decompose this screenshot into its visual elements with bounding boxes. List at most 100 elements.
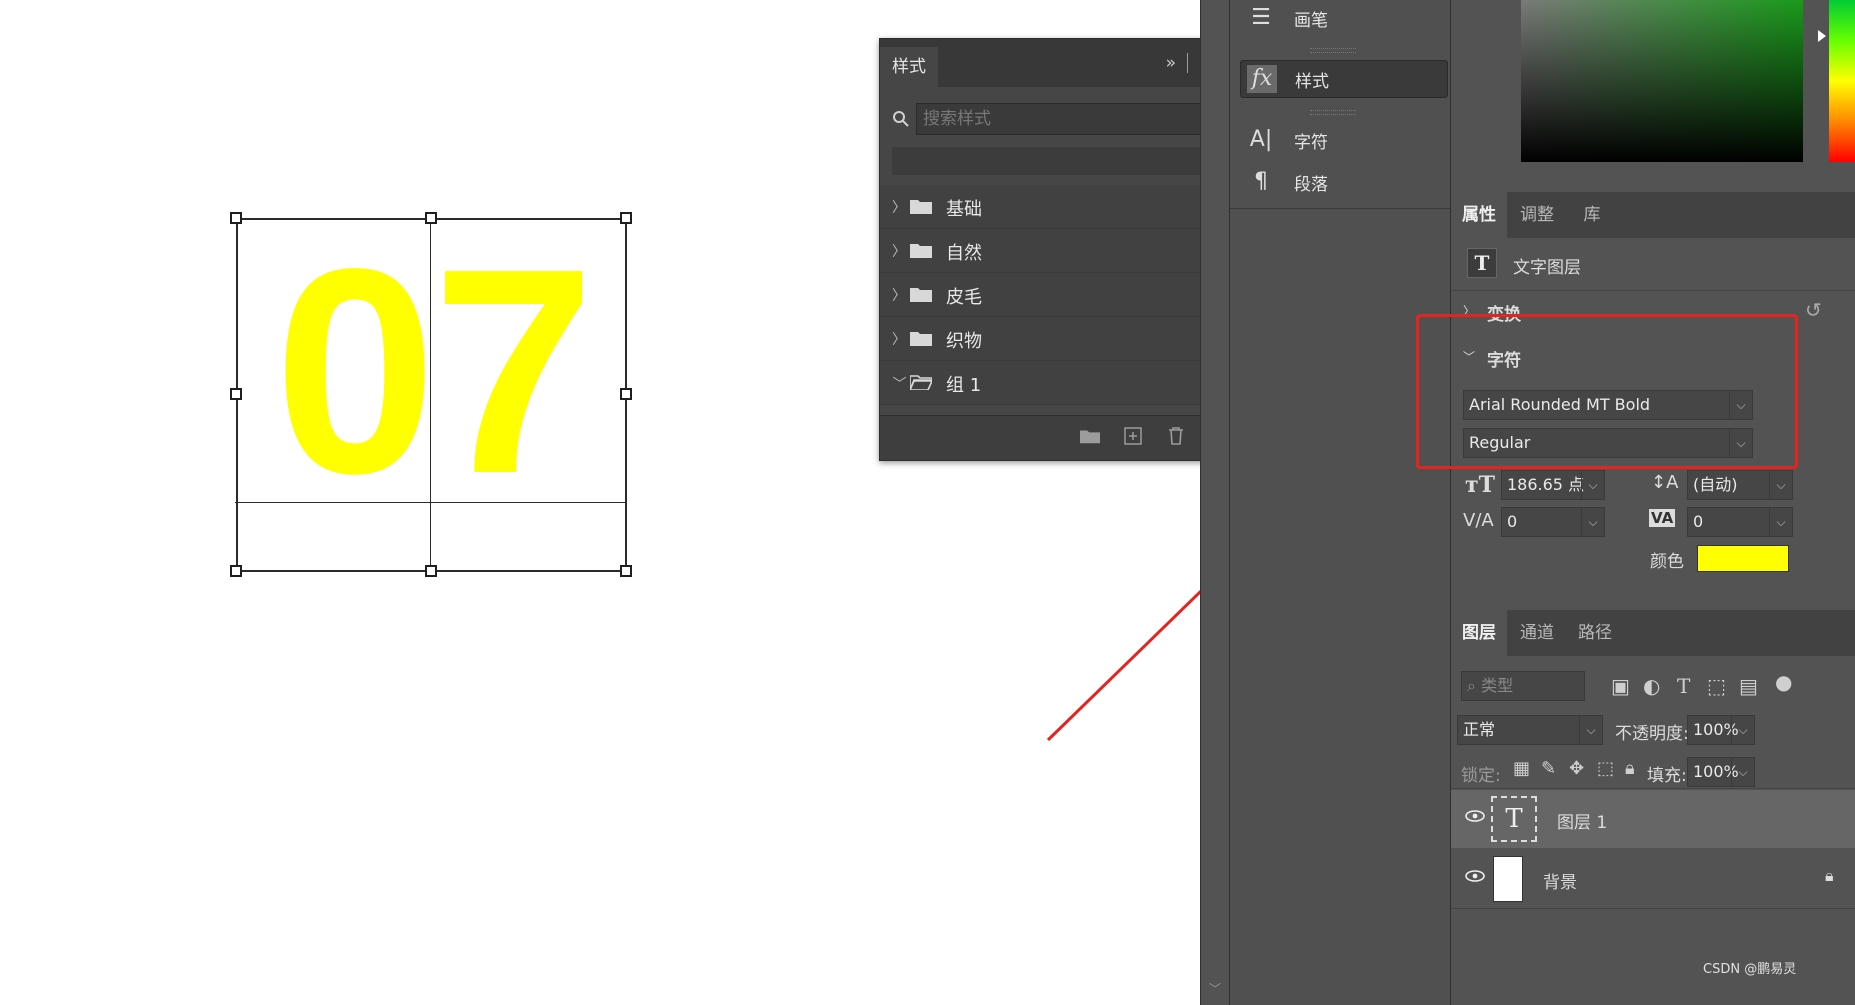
fill-field[interactable]: 100% ⌵ bbox=[1687, 757, 1755, 787]
visibility-eye-icon[interactable] bbox=[1465, 810, 1485, 822]
chevron-right-icon[interactable]: 〉 bbox=[892, 285, 906, 305]
layer-name[interactable]: 图层 1 bbox=[1557, 808, 1607, 833]
dock-item-character[interactable]: A| 字符 bbox=[1240, 122, 1446, 158]
layer-filter-select[interactable]: ⌕ 类型 bbox=[1461, 671, 1585, 701]
lock-all-icon[interactable]: 🔒︎ bbox=[1625, 758, 1635, 779]
dock-item-brush[interactable]: ☰ 画笔 bbox=[1240, 0, 1446, 36]
character-icon: A| bbox=[1249, 127, 1273, 152]
canvas-text-layer[interactable]: 07 bbox=[235, 225, 630, 555]
leading-icon: ↕A bbox=[1651, 472, 1679, 493]
opacity-field[interactable]: 100% ⌵ bbox=[1687, 715, 1755, 745]
lock-brush-icon[interactable]: ✎ bbox=[1541, 758, 1556, 779]
filter-pixel-icon[interactable]: ▣ bbox=[1611, 674, 1630, 698]
font-size-field[interactable]: 186.65 点 ⌵ bbox=[1501, 470, 1605, 500]
filter-adjustment-icon[interactable]: ◐ bbox=[1643, 674, 1660, 698]
opacity-label: 不透明度: bbox=[1615, 724, 1689, 744]
text-layer-thumbnail-icon: T bbox=[1491, 796, 1537, 842]
layer-row[interactable]: 背景 🔒︎ bbox=[1451, 850, 1855, 908]
style-group-item[interactable]: 〉 织物 bbox=[880, 317, 1200, 361]
filter-shape-icon[interactable]: ⬚ bbox=[1707, 674, 1726, 698]
dropdown-caret-icon[interactable]: ⌵ bbox=[1769, 471, 1792, 499]
dock-grip[interactable] bbox=[1310, 110, 1356, 115]
search-icon: ⌕ bbox=[1467, 676, 1476, 695]
transform-handle-tr[interactable] bbox=[620, 212, 632, 224]
folder-icon bbox=[910, 332, 932, 346]
chevron-right-icon[interactable]: 〉 bbox=[892, 197, 906, 217]
tracking-icon: VA bbox=[1649, 509, 1676, 527]
dropdown-caret-icon[interactable]: ⌵ bbox=[1581, 508, 1604, 536]
dropdown-caret-icon[interactable]: ⌵ bbox=[1581, 471, 1604, 499]
collapse-icon[interactable]: » bbox=[1166, 53, 1176, 73]
new-style-icon[interactable] bbox=[1124, 427, 1142, 445]
tab-layers[interactable]: 图层 bbox=[1451, 610, 1507, 656]
background-layer-thumbnail bbox=[1493, 856, 1523, 902]
filter-toggle-icon[interactable]: ● bbox=[1775, 670, 1792, 694]
kerning-field[interactable]: 0 ⌵ bbox=[1501, 507, 1605, 537]
style-group-item[interactable]: 〉 皮毛 bbox=[880, 273, 1200, 317]
dropdown-caret-icon[interactable]: ⌵ bbox=[1579, 716, 1602, 744]
tracking-field[interactable]: 0 ⌵ bbox=[1687, 507, 1793, 537]
dock-scroll-down-icon[interactable]: ﹀ bbox=[1209, 980, 1221, 997]
tracking-value: 0 bbox=[1693, 512, 1704, 531]
transform-handle-tl[interactable] bbox=[230, 212, 242, 224]
folder-icon bbox=[910, 288, 932, 302]
layer-name[interactable]: 背景 bbox=[1543, 868, 1577, 893]
filter-smart-object-icon[interactable]: ▤ bbox=[1739, 674, 1758, 698]
transform-handle-bl[interactable] bbox=[230, 565, 242, 577]
color-slider-marker-icon[interactable] bbox=[1818, 30, 1826, 42]
font-size-value: 186.65 点 bbox=[1507, 475, 1585, 494]
style-group-item[interactable]: 〉 自然 bbox=[880, 229, 1200, 273]
watermark-text: CSDN @鹏易灵 bbox=[1703, 962, 1797, 977]
dock-divider bbox=[1230, 208, 1452, 209]
leading-value: (自动) bbox=[1693, 475, 1738, 494]
reset-icon[interactable]: ↺ bbox=[1805, 298, 1822, 322]
dock-item-styles[interactable]: fx 样式 bbox=[1240, 60, 1448, 98]
styles-panel-footer bbox=[880, 415, 1226, 460]
styles-search-row: 搜索样式 bbox=[892, 103, 1218, 135]
style-group-item[interactable]: 〉 基础 bbox=[880, 185, 1200, 229]
properties-tabbar: 属性 调整 库 bbox=[1451, 192, 1855, 238]
dropdown-caret-icon[interactable]: ⌵ bbox=[1731, 758, 1754, 786]
tab-properties[interactable]: 属性 bbox=[1451, 192, 1507, 238]
mid-dock-column: ☰ 画笔 fx 样式 A| 字符 ¶ 段落 bbox=[1229, 0, 1452, 1005]
lock-artboard-icon[interactable]: ⬚ bbox=[1597, 758, 1614, 779]
hue-slider[interactable] bbox=[1829, 0, 1855, 162]
dock-grip[interactable] bbox=[1310, 48, 1356, 53]
transform-handle-tm[interactable] bbox=[425, 212, 437, 224]
right-panel-dock: 属性 调整 库 T 文字图层 〉 变换 ↺ 〉 字符 Arial Rounded… bbox=[1416, 0, 1855, 1005]
visibility-eye-icon[interactable] bbox=[1465, 870, 1485, 882]
tab-styles[interactable]: 样式 bbox=[880, 47, 938, 87]
transform-handle-mr[interactable] bbox=[620, 388, 632, 400]
text-color-swatch[interactable] bbox=[1697, 545, 1789, 572]
styles-search-input[interactable]: 搜索样式 bbox=[916, 103, 1218, 135]
dropdown-caret-icon[interactable]: ⌵ bbox=[1731, 716, 1754, 744]
blend-mode-select[interactable]: 正常 ⌵ bbox=[1457, 715, 1603, 745]
color-field[interactable] bbox=[1521, 0, 1803, 162]
leading-field[interactable]: (自动) ⌵ bbox=[1687, 470, 1793, 500]
layer-filter-value: 类型 bbox=[1481, 676, 1514, 695]
style-group-item[interactable]: 〉 组 1 bbox=[880, 361, 1200, 405]
chevron-right-icon[interactable]: 〉 bbox=[892, 241, 906, 261]
dropdown-caret-icon[interactable]: ⌵ bbox=[1769, 508, 1792, 536]
filter-type-icon[interactable]: T bbox=[1677, 674, 1690, 698]
transform-handle-ml[interactable] bbox=[230, 388, 242, 400]
tab-channels[interactable]: 通道 bbox=[1509, 610, 1565, 656]
search-icon bbox=[893, 111, 909, 127]
chevron-right-icon[interactable]: 〉 bbox=[892, 329, 906, 349]
fx-icon: fx bbox=[1247, 65, 1277, 93]
tab-adjustments[interactable]: 调整 bbox=[1509, 192, 1565, 238]
kerning-value: 0 bbox=[1507, 512, 1518, 531]
new-group-folder-icon[interactable] bbox=[1080, 428, 1100, 444]
lock-position-icon[interactable]: ✥ bbox=[1569, 758, 1584, 779]
lock-transparent-icon[interactable]: ▦ bbox=[1513, 758, 1530, 779]
chevron-down-icon[interactable]: 〉 bbox=[889, 376, 909, 390]
transform-handle-br[interactable] bbox=[620, 565, 632, 577]
transform-handle-bm[interactable] bbox=[425, 565, 437, 577]
layer-row[interactable]: T 图层 1 bbox=[1451, 790, 1855, 848]
tab-paths[interactable]: 路径 bbox=[1567, 610, 1623, 656]
trash-icon[interactable] bbox=[1167, 426, 1185, 446]
lock-icon[interactable]: 🔒︎ bbox=[1825, 866, 1834, 886]
styles-preview-strip bbox=[892, 147, 1218, 175]
dock-item-paragraph[interactable]: ¶ 段落 bbox=[1240, 164, 1446, 200]
tab-libraries[interactable]: 库 bbox=[1567, 192, 1617, 238]
